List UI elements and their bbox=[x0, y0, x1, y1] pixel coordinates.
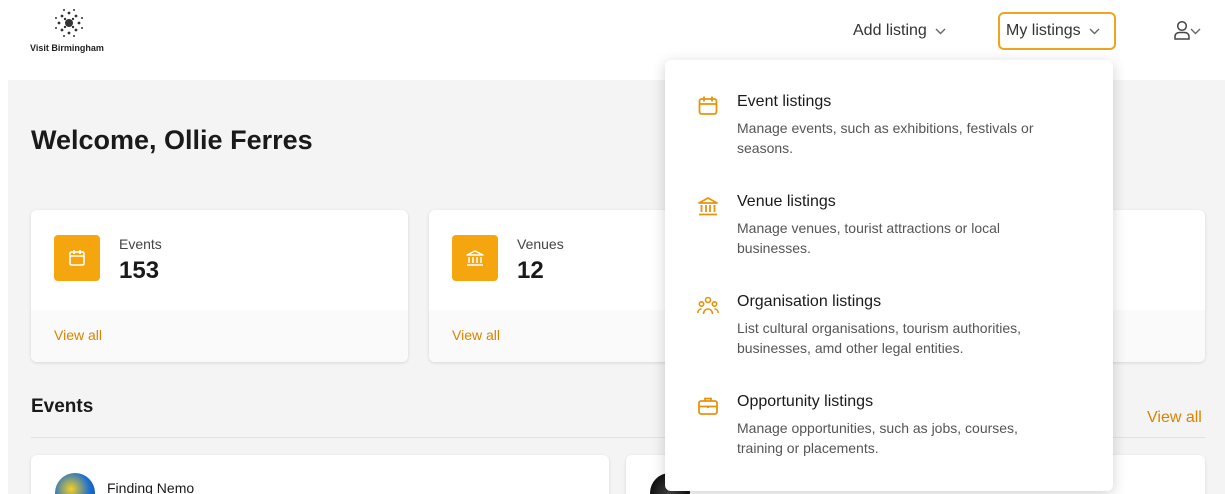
events-stat-card: Events 153 View all bbox=[31, 210, 408, 362]
stat-label: Venues bbox=[517, 236, 564, 252]
stat-card-footer bbox=[1100, 310, 1205, 362]
calendar-icon bbox=[54, 235, 100, 281]
chevron-down-icon[interactable] bbox=[1190, 22, 1201, 38]
my-listings-label: My listings bbox=[1006, 22, 1081, 39]
menu-item-description: Manage opportunities, such as jobs, cour… bbox=[737, 420, 1018, 456]
logo-mark-icon bbox=[55, 9, 83, 37]
user-account-icon[interactable] bbox=[1174, 20, 1190, 45]
event-thumbnail bbox=[55, 473, 95, 494]
building-icon bbox=[697, 195, 719, 217]
menu-item-description: Manage venues, tourist attractions or lo… bbox=[737, 220, 1001, 256]
event-title: Finding Nemo bbox=[107, 480, 195, 494]
menu-item-title: Opportunity listings bbox=[737, 393, 874, 410]
menu-item-title: Organisation listings bbox=[737, 293, 882, 310]
events-view-all-link[interactable]: View all bbox=[1147, 409, 1202, 427]
menu-item-description: Manage events, such as exhibitions, fest… bbox=[737, 120, 1034, 156]
my-listings-menu[interactable]: My listings bbox=[998, 12, 1116, 50]
stat-card-partial bbox=[1100, 210, 1205, 362]
view-all-events-link[interactable]: View all bbox=[54, 327, 102, 343]
events-section-heading: Events bbox=[31, 396, 94, 417]
page-title: Welcome, Ollie Ferres bbox=[31, 125, 313, 155]
add-listing-label: Add listing bbox=[853, 22, 927, 39]
visit-birmingham-logo[interactable]: Visit Birmingham bbox=[30, 6, 114, 62]
my-listings-dropdown: Event listings Manage events, such as ex… bbox=[665, 60, 1113, 491]
event-card[interactable]: Finding Nemo bbox=[31, 455, 609, 494]
building-icon bbox=[452, 235, 498, 281]
briefcase-icon bbox=[697, 395, 719, 417]
venues-stat-card: Venues 12 View all bbox=[429, 210, 679, 362]
people-group-icon bbox=[697, 295, 719, 317]
chevron-down-icon bbox=[1089, 22, 1100, 40]
stat-value: 153 bbox=[119, 257, 160, 284]
stat-card-footer: View all bbox=[429, 310, 679, 362]
view-all-venues-link[interactable]: View all bbox=[452, 327, 500, 343]
menu-item-title: Venue listings bbox=[737, 193, 836, 210]
logo-text: Visit Birmingham bbox=[30, 43, 104, 53]
menu-item-description: List cultural organisations, tourism aut… bbox=[737, 320, 1022, 356]
calendar-icon bbox=[697, 95, 719, 117]
stat-value: 12 bbox=[517, 257, 544, 284]
stat-label: Events bbox=[119, 236, 162, 252]
stat-card-footer: View all bbox=[31, 310, 408, 362]
add-listing-menu[interactable]: Add listing bbox=[853, 12, 946, 50]
chevron-down-icon bbox=[935, 22, 946, 40]
menu-item-title: Event listings bbox=[737, 93, 832, 110]
